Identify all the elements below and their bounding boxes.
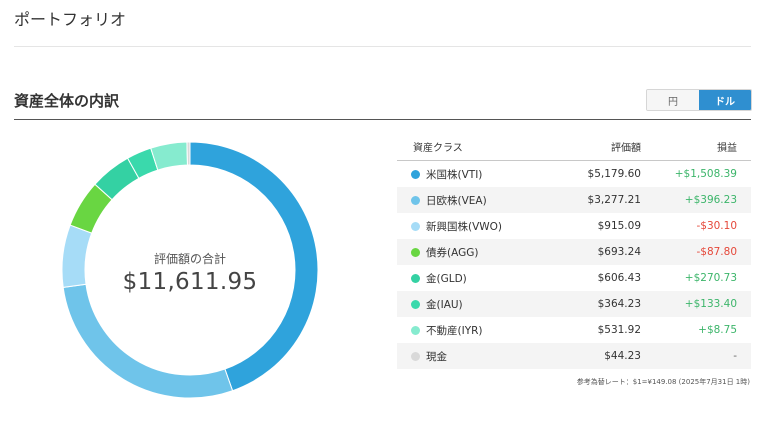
- asset-value: $44.23: [604, 350, 641, 362]
- asset-pl: +$133.40: [684, 298, 737, 310]
- asset-value: $5,179.60: [587, 168, 641, 180]
- asset-name: 金(IAU): [426, 298, 463, 311]
- table-row: 金(GLD) $606.43 +$270.73: [397, 265, 751, 291]
- holdings-table: 資産クラス 評価額 損益 米国株(VTI) $5,179.60 +$1,508.39…: [397, 132, 751, 369]
- asset-name: 不動産(IYR): [426, 324, 483, 337]
- fx-rate-note: 参考為替レート：$1=¥149.08 (2025年7月31日 1時): [576, 378, 750, 386]
- asset-pl: -: [733, 350, 737, 362]
- asset-pl: +$396.23: [684, 194, 737, 206]
- asset-value: $3,277.21: [587, 194, 641, 206]
- legend-dot-icon: [411, 195, 420, 205]
- asset-value: $364.23: [597, 298, 641, 310]
- table-row: 新興国株(VWO) $915.09 -$30.10: [397, 213, 751, 239]
- asset-name-cell: 不動産(IYR): [397, 323, 547, 338]
- table-header: 資産クラス 評価額 損益: [397, 132, 751, 161]
- asset-value: $531.92: [597, 324, 641, 336]
- asset-value: $693.24: [597, 246, 641, 258]
- page-title: ポートフォリオ: [14, 10, 127, 29]
- asset-name: 新興国株(VWO): [426, 220, 503, 233]
- header-pl: 損益: [717, 142, 737, 154]
- asset-name-cell: 金(GLD): [397, 271, 547, 286]
- legend-dot-icon: [411, 325, 420, 335]
- table-row: 現金 $44.23 -: [397, 343, 751, 369]
- section-divider: [14, 119, 751, 120]
- asset-name: 債券(AGG): [426, 246, 479, 259]
- total-value: $11,611.95: [122, 268, 258, 295]
- table-body: 米国株(VTI) $5,179.60 +$1,508.39 日欧株(VEA) $3,27…: [397, 161, 751, 369]
- asset-name: 日欧株(VEA): [426, 194, 487, 207]
- asset-name-cell: 新興国株(VWO): [397, 219, 547, 234]
- asset-name-cell: 金(IAU): [397, 297, 547, 312]
- asset-name-cell: 米国株(VTI): [397, 167, 547, 182]
- asset-value: $915.09: [597, 220, 641, 232]
- asset-pl: +$8.75: [698, 324, 737, 336]
- currency-toggle: 円 ドル: [646, 89, 752, 111]
- asset-pl: +$1,508.39: [674, 168, 737, 180]
- asset-value: $606.43: [597, 272, 641, 284]
- asset-name: 現金: [426, 350, 447, 363]
- asset-pl: +$270.73: [684, 272, 737, 284]
- allocation-donut-chart: 評価額の合計 $11,611.95: [60, 140, 320, 400]
- legend-dot-icon: [411, 247, 420, 257]
- legend-dot-icon: [411, 169, 420, 179]
- table-row: 金(IAU) $364.23 +$133.40: [397, 291, 751, 317]
- section-title: 資産全体の内訳: [14, 92, 120, 110]
- header-value: 評価額: [611, 142, 641, 154]
- top-divider: [14, 46, 751, 47]
- asset-name: 米国株(VTI): [426, 168, 483, 181]
- asset-name-cell: 債券(AGG): [397, 245, 547, 260]
- legend-dot-icon: [411, 221, 420, 231]
- asset-name-cell: 現金: [397, 349, 547, 364]
- legend-dot-icon: [411, 299, 420, 309]
- legend-dot-icon: [411, 273, 420, 283]
- table-row: 不動産(IYR) $531.92 +$8.75: [397, 317, 751, 343]
- asset-pl: -$30.10: [696, 220, 737, 232]
- legend-dot-icon: [411, 351, 420, 361]
- asset-name: 金(GLD): [426, 272, 467, 285]
- asset-pl: -$87.80: [696, 246, 737, 258]
- total-value-label: 評価額の合計: [153, 251, 226, 266]
- yen-toggle-button[interactable]: 円: [647, 90, 699, 110]
- header-asset-class: 資産クラス: [413, 142, 463, 154]
- table-row: 米国株(VTI) $5,179.60 +$1,508.39: [397, 161, 751, 187]
- asset-name-cell: 日欧株(VEA): [397, 193, 547, 208]
- donut-center: 評価額の合計 $11,611.95: [60, 140, 320, 400]
- dollar-toggle-button[interactable]: ドル: [699, 90, 751, 110]
- table-row: 債券(AGG) $693.24 -$87.80: [397, 239, 751, 265]
- table-row: 日欧株(VEA) $3,277.21 +$396.23: [397, 187, 751, 213]
